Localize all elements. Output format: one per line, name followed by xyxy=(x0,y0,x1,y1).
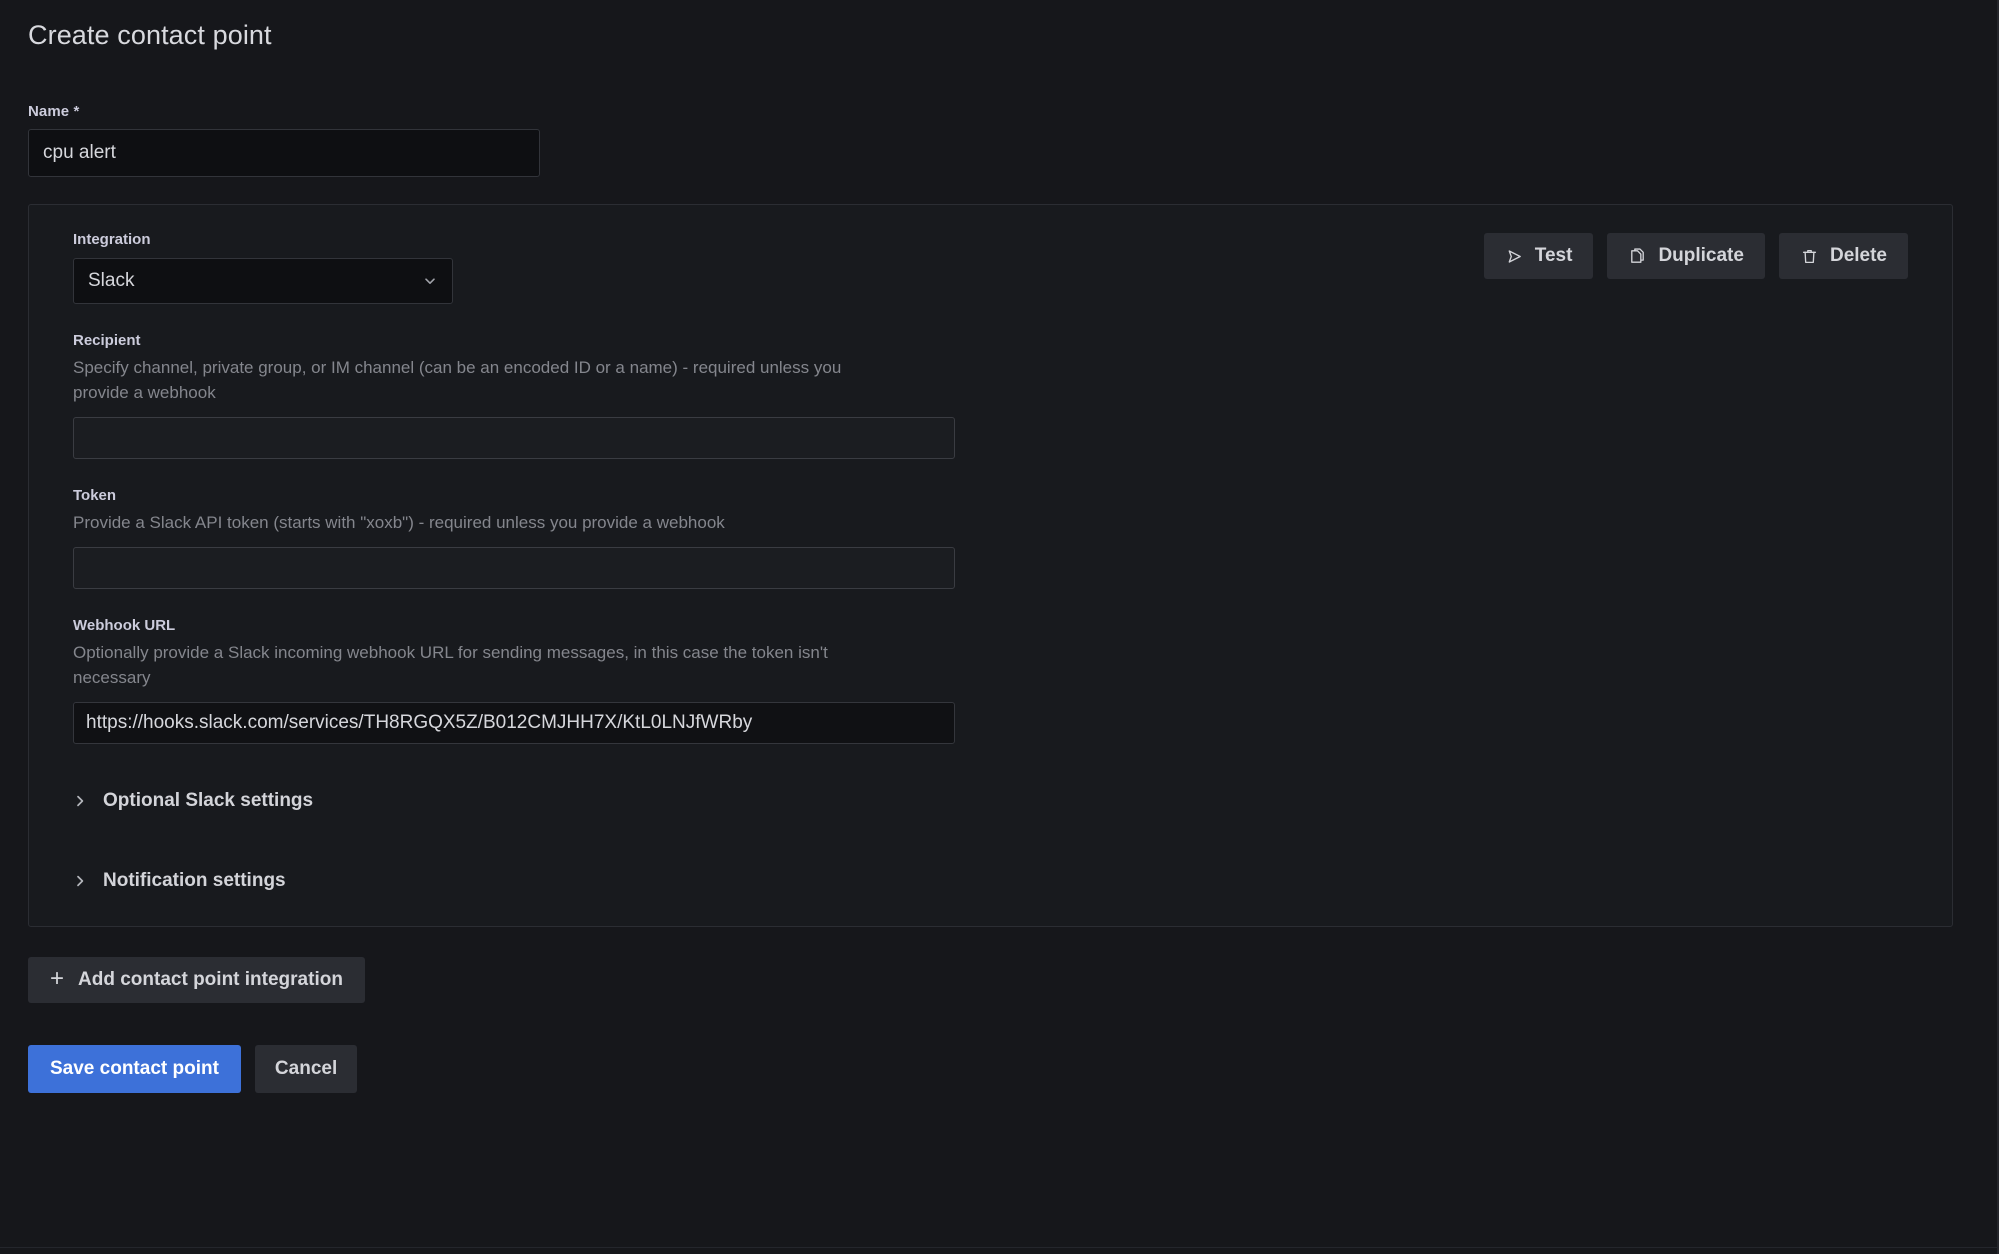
cancel-button[interactable]: Cancel xyxy=(255,1045,357,1093)
recipient-field: Recipient Specify channel, private group… xyxy=(73,332,1952,459)
send-icon xyxy=(1505,247,1524,266)
form-actions: Save contact point Cancel xyxy=(28,1045,1957,1093)
name-input[interactable] xyxy=(28,129,540,177)
notification-settings-toggle[interactable]: Notification settings xyxy=(73,870,286,892)
chevron-right-icon xyxy=(73,794,87,808)
webhook-url-description: Optionally provide a Slack incoming webh… xyxy=(73,640,863,690)
integration-select-value: Slack xyxy=(88,270,134,292)
plus-icon: + xyxy=(50,967,64,991)
duplicate-button[interactable]: Duplicate xyxy=(1607,233,1765,279)
copy-icon xyxy=(1628,247,1647,266)
integration-label: Integration xyxy=(73,231,453,248)
recipient-label: Recipient xyxy=(73,332,1952,349)
webhook-url-label: Webhook URL xyxy=(73,617,1952,634)
page-content: Create contact point Name * Integration … xyxy=(28,0,1957,1093)
recipient-input[interactable] xyxy=(73,417,955,459)
integration-panel: Integration Slack Test xyxy=(28,204,1953,927)
optional-slack-settings-label: Optional Slack settings xyxy=(103,790,313,812)
delete-button-label: Delete xyxy=(1830,245,1887,267)
integration-actions: Test Duplicate Delete xyxy=(1484,231,1952,279)
integration-panel-header: Integration Slack Test xyxy=(73,231,1952,304)
contact-point-page: Create contact point Name * Integration … xyxy=(0,0,1999,1254)
integration-select-group: Integration Slack xyxy=(73,231,453,304)
integration-select[interactable]: Slack xyxy=(73,258,453,304)
duplicate-button-label: Duplicate xyxy=(1658,245,1744,267)
token-field: Token Provide a Slack API token (starts … xyxy=(73,487,1952,589)
test-button-label: Test xyxy=(1535,245,1573,267)
webhook-url-input[interactable] xyxy=(73,702,955,744)
token-description: Provide a Slack API token (starts with "… xyxy=(73,510,863,535)
name-label: Name * xyxy=(28,103,1957,120)
recipient-description: Specify channel, private group, or IM ch… xyxy=(73,355,863,405)
test-button[interactable]: Test xyxy=(1484,233,1594,279)
name-field-block: Name * xyxy=(28,103,1957,177)
save-contact-point-button[interactable]: Save contact point xyxy=(28,1045,241,1093)
page-title: Create contact point xyxy=(28,0,1957,51)
token-input[interactable] xyxy=(73,547,955,589)
trash-icon xyxy=(1800,247,1819,266)
webhook-url-field: Webhook URL Optionally provide a Slack i… xyxy=(73,617,1952,744)
chevron-right-icon xyxy=(73,874,87,888)
add-contact-point-integration-label: Add contact point integration xyxy=(78,969,343,991)
notification-settings-label: Notification settings xyxy=(103,870,286,892)
chevron-down-icon xyxy=(422,273,438,289)
optional-slack-settings-toggle[interactable]: Optional Slack settings xyxy=(73,790,313,812)
add-integration-row: + Add contact point integration xyxy=(28,957,1957,1003)
token-label: Token xyxy=(73,487,1952,504)
add-contact-point-integration-button[interactable]: + Add contact point integration xyxy=(28,957,365,1003)
delete-button[interactable]: Delete xyxy=(1779,233,1908,279)
